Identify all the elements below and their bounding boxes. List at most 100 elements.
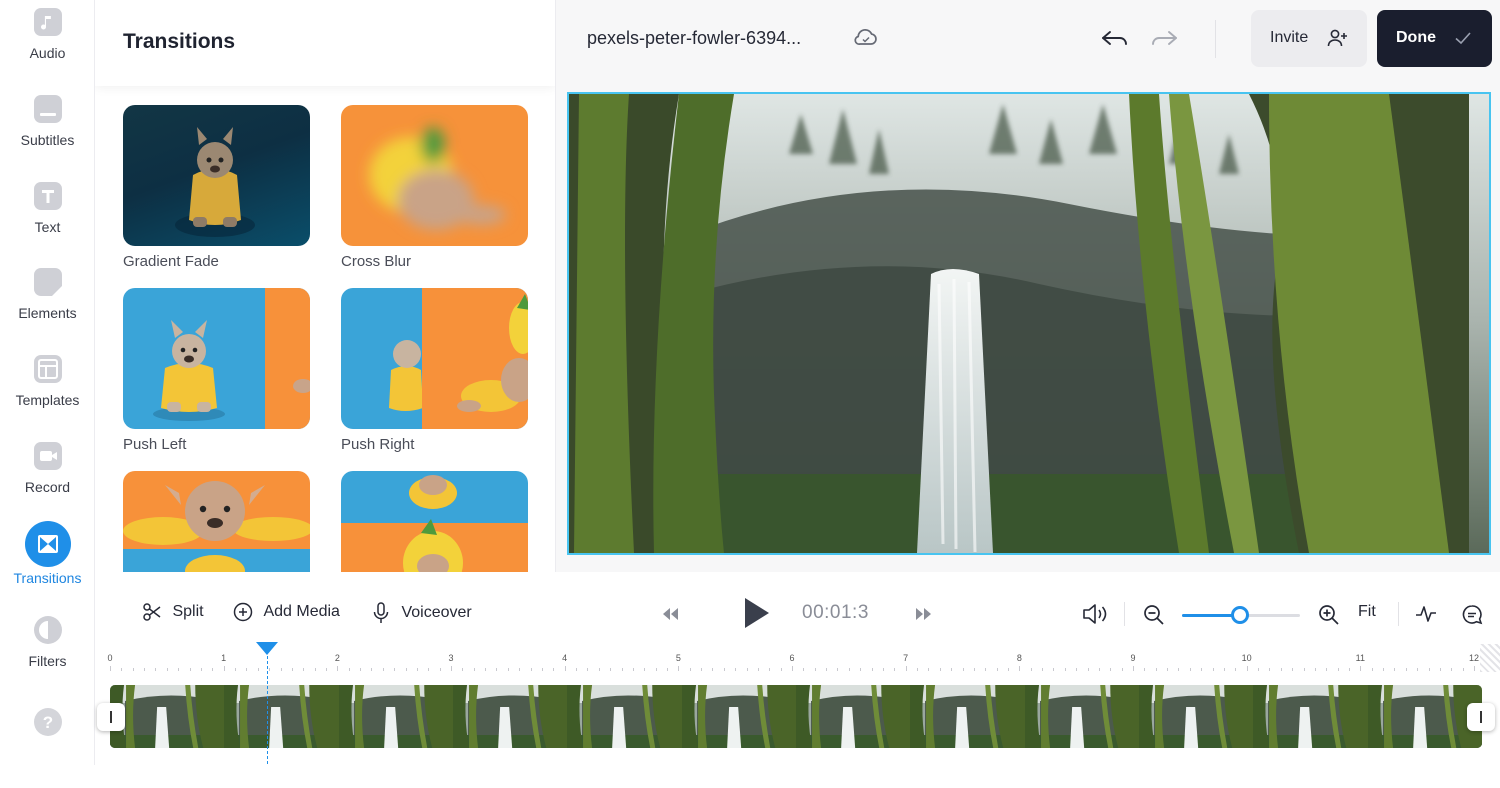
subtitles-icon <box>33 95 62 123</box>
clip-frame <box>796 685 912 748</box>
rail-item-text[interactable]: Text <box>0 182 95 262</box>
ruler-minor-tick <box>1076 668 1078 671</box>
ruler-minor-tick <box>416 668 418 671</box>
fast-forward-icon[interactable] <box>914 607 932 626</box>
ruler-minor-tick <box>1417 668 1419 671</box>
ruler-minor-tick <box>507 668 509 671</box>
playback-controls: Split Add Media Voiceover 00:01:3 Fit <box>95 572 1500 642</box>
ruler-minor-tick <box>848 668 850 671</box>
transition-thumbnail <box>341 471 528 572</box>
playhead-handle[interactable] <box>255 642 278 655</box>
rail-item-elements[interactable]: Elements <box>0 268 95 348</box>
preview-stage <box>556 80 1500 572</box>
ruler-minor-tick <box>1201 668 1203 671</box>
ruler-minor-tick <box>1439 668 1441 671</box>
playback-time: 00:01:3 <box>802 602 869 623</box>
zoom-slider[interactable] <box>1182 606 1300 624</box>
rail-item-templates[interactable]: Templates <box>0 355 95 435</box>
voiceover-button[interactable]: Voiceover <box>371 602 472 624</box>
waveform-icon[interactable] <box>1415 604 1437 629</box>
svg-text:?: ? <box>42 713 52 732</box>
ruler-minor-tick <box>871 668 873 671</box>
rewind-icon[interactable] <box>662 607 680 626</box>
play-icon[interactable] <box>743 596 771 635</box>
transition-thumbnail <box>123 288 310 429</box>
clip-trim-handle-right[interactable] <box>1467 703 1495 731</box>
clip-frame <box>1024 685 1140 748</box>
divider <box>1215 20 1216 58</box>
ruler-minor-tick <box>1212 668 1214 671</box>
transition-card-5[interactable] <box>123 471 310 572</box>
time-ruler[interactable]: 0 1 2 3 4 5 6 7 8 9 10 11 12 <box>107 642 1482 672</box>
ruler-minor-tick <box>269 668 271 671</box>
rail-item-filters[interactable]: Filters <box>0 616 95 696</box>
project-filename[interactable]: pexels-peter-fowler-6394... <box>587 28 801 49</box>
redo-icon[interactable] <box>1149 28 1179 55</box>
ruler-tick-label: 11 <box>1355 653 1365 663</box>
ruler-minor-tick <box>1178 668 1180 671</box>
video-clip[interactable] <box>110 685 1482 748</box>
transition-card-gradient-fade[interactable]: Gradient Fade <box>123 105 310 270</box>
undo-icon[interactable] <box>1100 28 1130 55</box>
rail-label: Transitions <box>13 570 82 586</box>
ruler-minor-tick <box>371 668 373 671</box>
done-button[interactable]: Done <box>1377 10 1492 67</box>
ruler-tick-label: 3 <box>448 653 454 663</box>
ruler-minor-tick <box>644 668 646 671</box>
rail-item-help[interactable]: ? <box>0 708 95 788</box>
rail-item-transitions[interactable]: Transitions <box>0 521 95 607</box>
ruler-minor-tick <box>610 668 612 671</box>
ruler-minor-tick <box>189 668 191 671</box>
ruler-tick <box>223 666 225 671</box>
ruler-minor-tick <box>1155 668 1157 671</box>
ruler-minor-tick <box>1030 668 1032 671</box>
transition-card-push-left[interactable]: Push Left <box>123 288 310 453</box>
rail-item-audio[interactable]: Audio <box>0 8 95 88</box>
ruler-minor-tick <box>553 668 555 671</box>
fit-button[interactable]: Fit <box>1358 603 1376 621</box>
volume-icon[interactable] <box>1081 602 1109 631</box>
ruler-minor-tick <box>587 668 589 671</box>
transition-card-push-right[interactable]: Push Right <box>341 288 528 453</box>
filters-icon <box>33 616 62 644</box>
ruler-minor-tick <box>780 668 782 671</box>
ruler-tick <box>1360 666 1362 671</box>
ruler-minor-tick <box>814 668 816 671</box>
transition-card-cross-blur[interactable]: Cross Blur <box>341 105 528 270</box>
clip-frame <box>110 685 226 748</box>
ruler-minor-tick <box>485 668 487 671</box>
divider <box>1398 602 1399 626</box>
rail-item-subtitles[interactable]: Subtitles <box>0 95 95 175</box>
zoom-slider-handle[interactable] <box>1230 606 1249 624</box>
ruler-tick-label: 9 <box>1130 653 1136 663</box>
split-label: Split <box>172 603 204 621</box>
ruler-tick <box>1474 666 1475 671</box>
video-preview[interactable] <box>567 92 1491 555</box>
ruler-minor-tick <box>246 668 248 671</box>
ruler-minor-tick <box>200 668 202 671</box>
ruler-minor-tick <box>291 668 293 671</box>
clip-trim-handle-left[interactable] <box>97 703 125 731</box>
ruler-minor-tick <box>1042 668 1044 671</box>
ruler-minor-tick <box>826 668 828 671</box>
add-media-button[interactable]: Add Media <box>233 602 340 622</box>
ruler-minor-tick <box>132 668 134 671</box>
rail-item-record[interactable]: Record <box>0 442 95 522</box>
record-icon <box>33 442 62 470</box>
ruler-minor-tick <box>519 668 521 671</box>
split-button[interactable]: Split <box>142 602 204 622</box>
transitions-panel: Transitions Gradient Fade Cross Blur Pus… <box>95 0 556 572</box>
timeline[interactable]: 0 1 2 3 4 5 6 7 8 9 10 11 12 <box>95 642 1500 765</box>
ruler-minor-tick <box>1087 668 1089 671</box>
transition-card-6[interactable] <box>341 471 528 572</box>
ruler-tick-label: 2 <box>334 653 340 663</box>
invite-button[interactable]: Invite <box>1251 10 1367 67</box>
voiceover-label: Voiceover <box>401 604 472 622</box>
zoom-out-icon[interactable] <box>1143 604 1165 631</box>
zoom-in-icon[interactable] <box>1318 604 1340 631</box>
ruler-tick <box>792 666 793 671</box>
ruler-minor-tick <box>280 668 282 671</box>
transition-thumbnail <box>123 105 310 246</box>
comment-icon[interactable] <box>1461 604 1483 631</box>
transition-label: Push Right <box>341 436 415 453</box>
